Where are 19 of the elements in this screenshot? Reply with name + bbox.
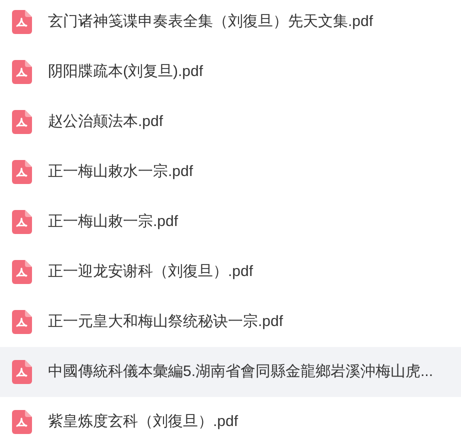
pdf-file-icon [12,260,32,284]
file-name: 紫皇炼度玄科（刘復旦）.pdf [48,412,238,432]
file-name: 中國傳統科儀本彙編5.湖南省會同縣金龍鄉岩溪沖梅山虎... [48,362,434,382]
pdf-file-icon [12,410,32,434]
file-name: 玄门诸神笺谍申奏表全集（刘復旦）先天文集.pdf [48,12,374,32]
file-row[interactable]: 中國傳統科儀本彙編5.湖南省會同縣金龍鄉岩溪沖梅山虎... [0,347,461,397]
pdf-file-icon [12,210,32,234]
pdf-file-icon [12,10,32,34]
file-name: 正一梅山敕一宗.pdf [48,212,178,232]
file-name: 正一元皇大和梅山祭统秘诀一宗.pdf [48,312,284,332]
file-name: 正一迎龙安谢科（刘復旦）.pdf [48,262,254,282]
file-name: 赵公治颠法本.pdf [48,112,164,132]
pdf-file-icon [12,360,32,384]
pdf-file-icon [12,310,32,334]
pdf-file-icon [12,110,32,134]
pdf-file-icon [12,60,32,84]
file-name: 阴阳牒疏本(刘复旦).pdf [48,62,204,82]
file-name: 正一梅山敕水一宗.pdf [48,162,194,182]
pdf-file-icon [12,160,32,184]
